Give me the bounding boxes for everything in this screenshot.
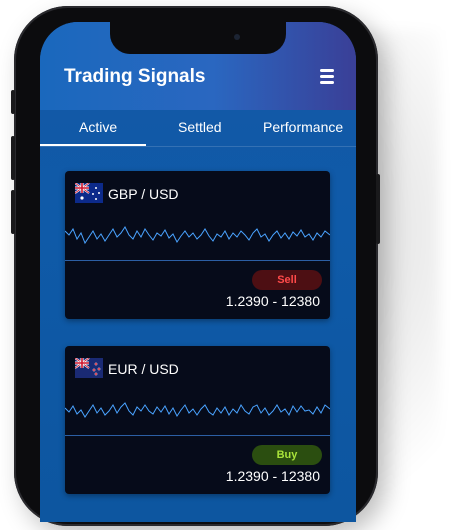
price-range: 1.2390 - 12380 — [225, 293, 320, 309]
signal-card[interactable]: GBP / USD Sell 1.2390 - 12380 — [65, 171, 330, 319]
volume-up-button — [11, 136, 15, 180]
signal-card[interactable]: EUR / USD Buy 1.2390 - 12380 — [65, 346, 330, 494]
menu-icon — [320, 81, 334, 84]
silent-switch — [11, 90, 15, 114]
menu-icon — [320, 75, 334, 78]
australia-flag-icon — [75, 183, 103, 203]
price-chart — [65, 226, 330, 245]
menu-button[interactable] — [312, 69, 334, 87]
tab-performance[interactable]: Performance — [263, 119, 343, 135]
price-range: 1.2390 - 12380 — [225, 468, 320, 484]
tab-active[interactable]: Active — [79, 119, 117, 135]
power-button — [376, 174, 380, 244]
menu-icon — [320, 69, 334, 72]
card-divider — [65, 435, 330, 436]
card-divider — [65, 260, 330, 261]
app-title: Trading Signals — [64, 66, 206, 87]
price-chart — [65, 402, 330, 418]
currency-pair: GBP / USD — [108, 186, 179, 202]
active-tab-indicator — [40, 144, 146, 146]
buy-badge: Buy — [252, 445, 322, 465]
app-screen: Trading Signals Active Settled Performan… — [40, 22, 356, 522]
app-header: Trading Signals — [40, 22, 356, 110]
sell-badge: Sell — [252, 270, 322, 290]
tab-divider — [40, 146, 356, 147]
currency-pair: EUR / USD — [108, 361, 179, 377]
volume-down-button — [11, 190, 15, 234]
camera-icon — [234, 34, 240, 40]
phone-notch — [110, 22, 286, 54]
signal-tabs: Active Settled Performance — [40, 110, 356, 146]
tab-settled[interactable]: Settled — [178, 119, 222, 135]
new-zealand-flag-icon — [75, 358, 103, 378]
